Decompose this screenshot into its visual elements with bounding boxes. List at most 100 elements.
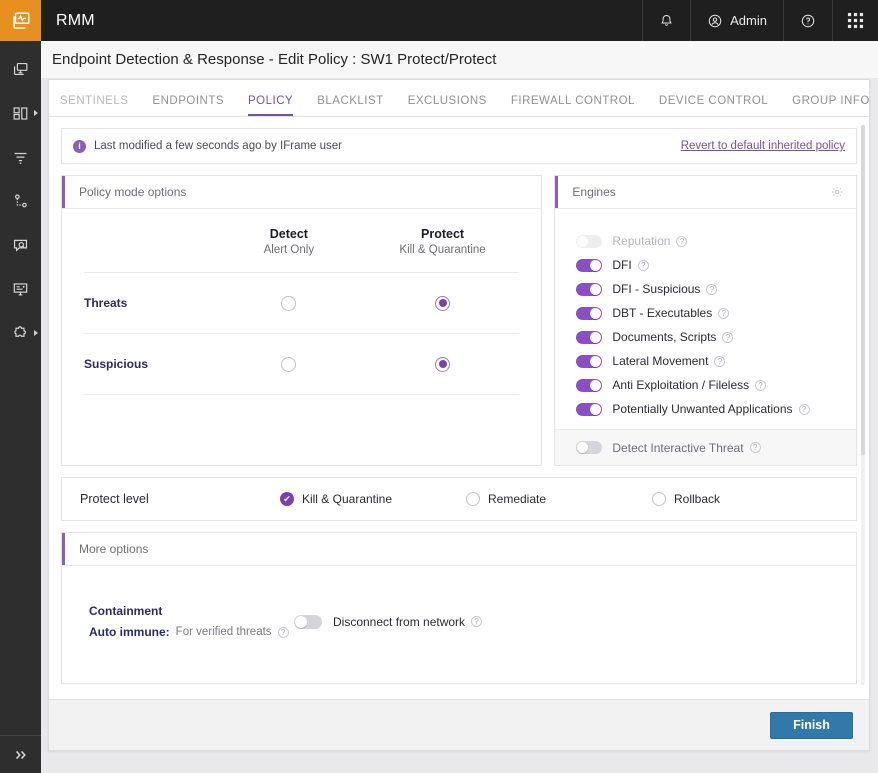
tab-exclusions[interactable]: EXCLUSIONS bbox=[396, 95, 499, 116]
page-header: Endpoint Detection & Response - Edit Pol… bbox=[41, 41, 878, 78]
toggle-anti-exploitation[interactable] bbox=[576, 378, 603, 392]
protect-level-row: Protect level ✔ Kill & Quarantine Remedi… bbox=[61, 477, 857, 521]
question-mark-icon[interactable]: ? bbox=[676, 235, 688, 247]
gear-icon[interactable] bbox=[830, 185, 844, 199]
user-name-label: Admin bbox=[730, 13, 767, 28]
engine-label-lateral-movement: Lateral Movement bbox=[612, 354, 709, 368]
toggle-documents-scripts[interactable] bbox=[576, 330, 603, 344]
engine-row-dfi-suspicious: DFI - Suspicious ? bbox=[576, 277, 856, 301]
question-mark-icon[interactable]: ? bbox=[718, 307, 730, 319]
sidebar-item-network[interactable] bbox=[0, 183, 41, 219]
question-mark-icon[interactable]: ? bbox=[798, 403, 810, 415]
left-navigation-rail bbox=[0, 41, 41, 773]
engine-label-documents-scripts: Documents, Scripts bbox=[612, 330, 717, 344]
radio-suspicious-detect[interactable] bbox=[281, 356, 297, 372]
radio-threats-detect[interactable] bbox=[281, 295, 297, 311]
sidebar-item-dashboard[interactable] bbox=[0, 95, 41, 131]
protect-level-option-rollback[interactable]: Rollback bbox=[652, 492, 838, 506]
sidebar-item-extensions[interactable] bbox=[0, 315, 41, 351]
protect-level-option-kill-quarantine[interactable]: ✔ Kill & Quarantine bbox=[279, 492, 466, 506]
auto-immune-key: Auto immune: bbox=[89, 625, 170, 639]
detect-interactive-threat-label: Detect Interactive Threat bbox=[612, 440, 744, 455]
tab-device-control[interactable]: DEVICE CONTROL bbox=[647, 95, 780, 116]
apps-launcher-button[interactable] bbox=[833, 0, 878, 41]
notifications-button[interactable] bbox=[643, 0, 690, 41]
sidebar-item-investigate[interactable] bbox=[0, 227, 41, 263]
toggle-disconnect-from-network[interactable] bbox=[294, 614, 322, 629]
engine-label-dbt-executables: DBT - Executables bbox=[612, 306, 713, 320]
user-menu-button[interactable]: Admin bbox=[691, 0, 783, 41]
policy-scroll-area: i Last modified a few seconds ago by IFr… bbox=[49, 117, 869, 700]
chevron-right-icon bbox=[34, 110, 38, 116]
sidebar-item-devices[interactable] bbox=[0, 51, 41, 87]
sidebar-item-reports[interactable] bbox=[0, 271, 41, 307]
question-mark-icon[interactable]: ? bbox=[755, 379, 767, 391]
tab-policy[interactable]: POLICY bbox=[236, 95, 305, 116]
policy-mode-panel: Policy mode options Detect Alert Only Pr… bbox=[61, 175, 543, 466]
tab-firewall-control[interactable]: FIREWALL CONTROL bbox=[499, 95, 647, 116]
column-detect: Detect Alert Only bbox=[212, 227, 366, 256]
policy-mode-body: Detect Alert Only Protect Kill & Quarant… bbox=[62, 209, 541, 464]
option-label-remediate: Remediate bbox=[487, 492, 547, 506]
policy-mode-column-headers: Detect Alert Only Protect Kill & Quarant… bbox=[84, 227, 519, 256]
help-circle-icon bbox=[800, 13, 816, 29]
radio-remediate bbox=[465, 492, 480, 506]
toggle-dfi-suspicious[interactable] bbox=[576, 282, 603, 296]
option-label-rollback: Rollback bbox=[674, 492, 721, 506]
question-mark-icon[interactable]: ? bbox=[471, 616, 483, 627]
tab-blacklist[interactable]: BLACKLIST bbox=[305, 95, 396, 116]
auto-immune-row: Auto immune: For verified threats ? bbox=[89, 625, 294, 639]
topbar-actions: Admin bbox=[642, 0, 878, 41]
engine-row-dbt-executables: DBT - Executables ? bbox=[576, 301, 856, 325]
threats-detect-cell bbox=[212, 295, 366, 311]
panels-row: Policy mode options Detect Alert Only Pr… bbox=[61, 175, 857, 466]
radio-rollback bbox=[652, 492, 666, 506]
suspicious-detect-cell bbox=[212, 356, 366, 372]
toggle-dfi[interactable] bbox=[576, 258, 603, 272]
toggle-lateral-movement[interactable] bbox=[576, 354, 603, 368]
vertical-scrollbar[interactable] bbox=[861, 125, 865, 685]
column-detect-sub: Alert Only bbox=[263, 244, 315, 256]
engine-label-dfi: DFI bbox=[612, 258, 632, 272]
question-mark-icon[interactable]: ? bbox=[706, 283, 718, 295]
question-mark-icon[interactable]: ? bbox=[722, 331, 734, 343]
more-options-panel: More options Containment Auto immune: Fo… bbox=[61, 532, 857, 684]
radio-threats-protect[interactable] bbox=[435, 295, 451, 311]
check-circle-icon: ✔ bbox=[279, 492, 294, 506]
screen-search-icon bbox=[11, 236, 30, 255]
page-title: Endpoint Detection & Response - Edit Pol… bbox=[52, 51, 497, 68]
question-mark-icon[interactable]: ? bbox=[749, 442, 761, 453]
disconnect-from-network-row: Disconnect from network ? bbox=[294, 604, 483, 639]
toggle-detect-interactive-threat[interactable] bbox=[576, 441, 603, 454]
card-footer: Finish bbox=[49, 699, 869, 750]
toggle-pua[interactable] bbox=[576, 402, 603, 416]
engine-row-anti-exploitation: Anti Exploitation / Fileless ? bbox=[576, 373, 856, 397]
engine-label-pua: Potentially Unwanted Applications bbox=[612, 402, 793, 416]
policy-row-threats: Threats bbox=[84, 272, 520, 333]
help-button[interactable] bbox=[784, 0, 832, 41]
protect-level-option-remediate[interactable]: Remediate bbox=[465, 492, 652, 506]
question-mark-icon[interactable]: ? bbox=[637, 259, 649, 271]
question-mark-icon[interactable]: ? bbox=[714, 355, 726, 367]
toggle-dbt-executables[interactable] bbox=[576, 306, 603, 320]
revert-policy-link[interactable]: Revert to default inherited policy bbox=[681, 140, 845, 152]
question-mark-icon[interactable]: ? bbox=[277, 626, 289, 638]
option-label-kill-quarantine: Kill & Quarantine bbox=[301, 492, 393, 506]
finish-button[interactable]: Finish bbox=[770, 711, 853, 739]
more-options-title: More options bbox=[79, 542, 149, 556]
user-circle-icon bbox=[707, 13, 723, 29]
engine-row-pua: Potentially Unwanted Applications ? bbox=[576, 397, 856, 421]
rail-expand-button[interactable] bbox=[0, 735, 41, 773]
sidebar-item-filter[interactable] bbox=[0, 139, 41, 175]
toggle-reputation[interactable] bbox=[576, 234, 603, 248]
table-bottom-divider bbox=[84, 394, 520, 395]
radio-suspicious-protect[interactable] bbox=[435, 356, 451, 372]
disconnect-label: Disconnect from network bbox=[333, 614, 466, 629]
tab-sentinels[interactable]: SENTINELS bbox=[58, 95, 140, 116]
tab-endpoints[interactable]: ENDPOINTS bbox=[140, 95, 236, 116]
info-icon: i bbox=[73, 139, 86, 153]
app-logo[interactable] bbox=[0, 0, 41, 41]
scrollbar-thumb[interactable] bbox=[861, 125, 865, 455]
tab-group-info[interactable]: GROUP INFO bbox=[780, 95, 878, 116]
policy-card: SENTINELS ENDPOINTS POLICY BLACKLIST EXC… bbox=[48, 79, 870, 751]
